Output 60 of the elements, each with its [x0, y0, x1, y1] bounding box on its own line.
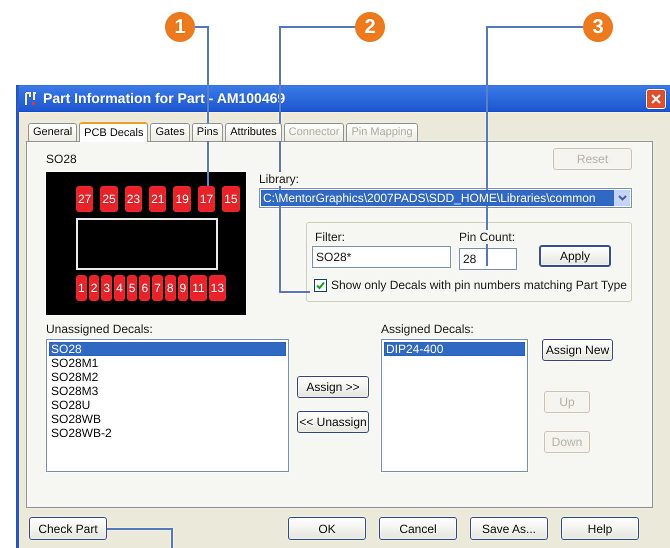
- pin-label: 13: [208, 275, 226, 301]
- tab[interactable]: PCB Decals: [79, 122, 148, 142]
- pin-label: 25: [100, 186, 118, 212]
- library-path: C:\MentorGraphics\2007PADS\SDD_HOME\Libraries\common: [261, 190, 614, 206]
- pin-label: 1: [76, 275, 87, 301]
- decal-name: SO28: [46, 152, 78, 166]
- pin-count-field[interactable]: 28: [459, 248, 517, 270]
- pin-label: 4: [114, 275, 125, 301]
- pin-label: 6: [139, 275, 150, 301]
- list-item[interactable]: SO28WB: [49, 412, 286, 426]
- list-item[interactable]: SO28: [49, 342, 286, 356]
- dialog-button[interactable]: Save As...: [470, 517, 548, 540]
- pin-label: 27: [76, 186, 94, 212]
- window-title: Part Information for Part - AM100469: [43, 89, 286, 108]
- tab[interactable]: Attributes: [225, 123, 282, 141]
- leader-line: [107, 528, 173, 548]
- side-button[interactable]: Assign New: [542, 339, 613, 361]
- dialog-button[interactable]: Help: [561, 517, 639, 540]
- app-icon: [23, 90, 39, 106]
- dialog-button[interactable]: OK: [288, 517, 366, 540]
- list-item[interactable]: SO28U: [49, 398, 286, 412]
- callout-badge: 1: [165, 12, 195, 42]
- pin-label: 19: [173, 186, 191, 212]
- callout-badge: 2: [355, 12, 385, 42]
- pin-label: 7: [152, 275, 163, 301]
- callout-badge: 3: [583, 12, 613, 42]
- move-button[interactable]: << Unassign: [297, 411, 369, 433]
- pin-label: 17: [198, 186, 216, 212]
- list-item[interactable]: DIP24-400: [384, 342, 525, 356]
- pin-label: 8: [164, 275, 176, 301]
- assigned-label: Assigned Decals:: [381, 322, 475, 336]
- pin-label: 21: [149, 186, 166, 212]
- library-label: Library:: [259, 172, 300, 186]
- checkbox-label: Show only Decals with pin numbers matching Part Type: [331, 277, 627, 294]
- pin-label: 15: [222, 186, 240, 212]
- checkbox[interactable]: [314, 278, 327, 292]
- check-part-button[interactable]: Check Part: [29, 517, 107, 540]
- list-item[interactable]: SO28M3: [49, 384, 286, 398]
- pin-label: 23: [124, 186, 142, 212]
- pin-label: 5: [126, 275, 138, 301]
- tab[interactable]: Gates: [150, 123, 190, 141]
- unassigned-label: Unassigned Decals:: [46, 322, 154, 336]
- filter-field[interactable]: SO28*: [312, 246, 451, 268]
- pin-count-label: Pin Count:: [459, 230, 516, 244]
- tab[interactable]: General: [28, 123, 78, 141]
- apply-button[interactable]: Apply: [539, 245, 611, 267]
- dialog-button[interactable]: Cancel: [379, 517, 457, 540]
- pin-label: 11: [190, 275, 207, 301]
- pin-label: 9: [178, 275, 188, 301]
- list-item[interactable]: SO28WB-2: [49, 426, 286, 440]
- move-button[interactable]: Assign >>: [297, 376, 369, 398]
- library-dropdown[interactable]: C:\MentorGraphics\2007PADS\SDD_HOME\Libraries\common: [259, 188, 632, 208]
- list-item[interactable]: SO28M1: [49, 356, 286, 370]
- pin-label: 2: [88, 275, 100, 301]
- tab[interactable]: Pins: [192, 123, 224, 141]
- close-icon: [651, 94, 661, 104]
- list-item[interactable]: SO28M2: [49, 370, 286, 384]
- close-button[interactable]: [646, 88, 666, 108]
- filter-label: Filter:: [314, 230, 346, 244]
- pin-label: 3: [101, 275, 112, 301]
